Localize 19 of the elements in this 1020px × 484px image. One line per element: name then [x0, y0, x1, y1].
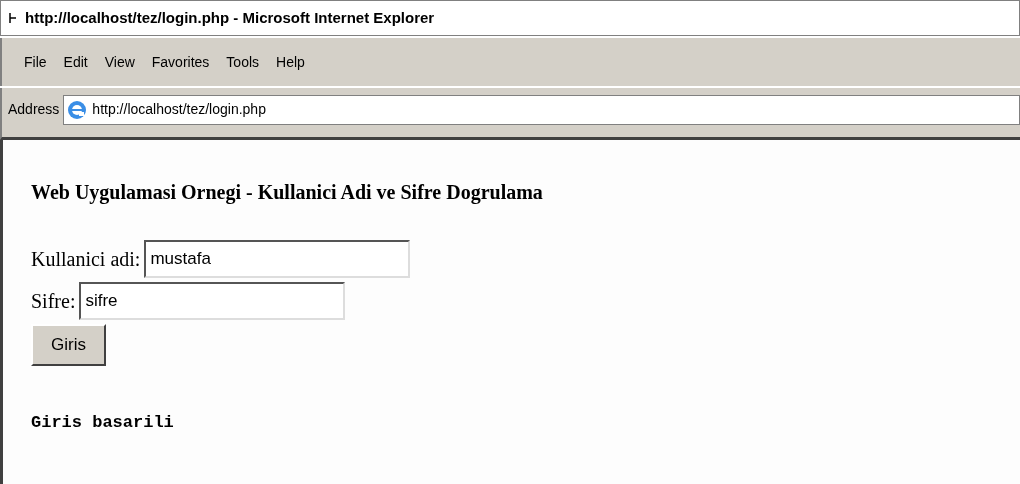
window-title: http://localhost/tez/login.php - Microsoft Internet Explorer	[25, 7, 435, 28]
input-field[interactable]: sifre	[79, 282, 346, 320]
window-icon	[9, 13, 17, 23]
menu-item[interactable]: Help	[276, 51, 305, 73]
address-label: Address	[8, 100, 60, 119]
field-label: Kullanici adi:	[31, 247, 141, 272]
login-button[interactable]: Giris	[31, 324, 106, 366]
menu-item[interactable]: Tools	[226, 51, 260, 73]
menu-item[interactable]: View	[104, 51, 135, 73]
browser-icon	[66, 98, 89, 121]
menu-item[interactable]: Edit	[63, 51, 88, 73]
menu-item[interactable]: File	[24, 51, 47, 73]
field-label: Sifre:	[31, 289, 76, 314]
page-heading: Web Uygulamasi Ornegi - Kullanici Adi ve Sifre Dogrulama	[31, 180, 544, 204]
address-field[interactable]: http://localhost/tez/login.php	[63, 94, 1020, 125]
result-message: Giris basarili	[31, 412, 175, 434]
address-value: http://localhost/tez/login.php	[92, 100, 266, 119]
menu-item[interactable]: Favorites	[151, 51, 210, 73]
input-field[interactable]: mustafa	[144, 240, 411, 278]
